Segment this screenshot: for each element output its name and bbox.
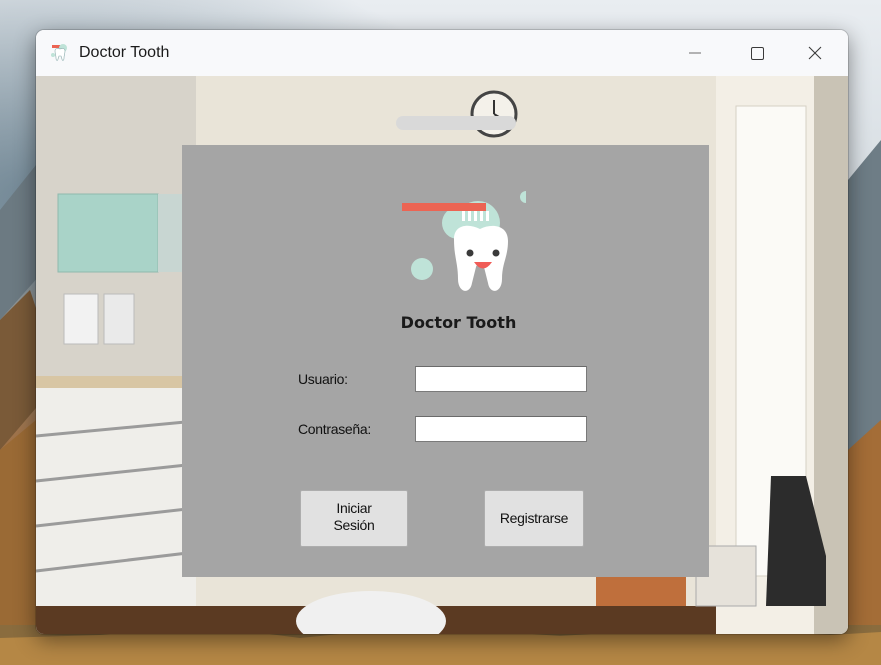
- tooth-app-icon: [51, 44, 67, 61]
- close-icon: [808, 46, 822, 60]
- window-title: Doctor Tooth: [79, 44, 170, 61]
- username-label: Usuario:: [298, 371, 348, 387]
- login-button[interactable]: Iniciar Sesión: [300, 490, 408, 547]
- maximize-button[interactable]: [728, 30, 786, 76]
- login-button-line2: Sesión: [333, 517, 375, 533]
- username-input[interactable]: [415, 366, 587, 392]
- maximize-icon: [750, 46, 764, 60]
- login-button-line1: Iniciar: [336, 500, 372, 516]
- register-button[interactable]: Registrarse: [484, 490, 584, 547]
- tooth-logo-icon: [402, 191, 526, 291]
- app-window: Doctor Tooth Doctor Tooth Usuario: Contr…: [36, 30, 848, 634]
- login-panel: Doctor Tooth Usuario: Contraseña: Inicia…: [182, 145, 709, 577]
- app-title: Doctor Tooth: [400, 313, 517, 332]
- form-background: Doctor Tooth Usuario: Contraseña: Inicia…: [36, 76, 848, 634]
- password-label: Contraseña:: [298, 421, 371, 437]
- minimize-button[interactable]: [666, 30, 724, 76]
- close-button[interactable]: [786, 30, 844, 76]
- minimize-icon: [689, 52, 701, 54]
- password-input[interactable]: [415, 416, 587, 442]
- title-bar[interactable]: Doctor Tooth: [36, 30, 848, 76]
